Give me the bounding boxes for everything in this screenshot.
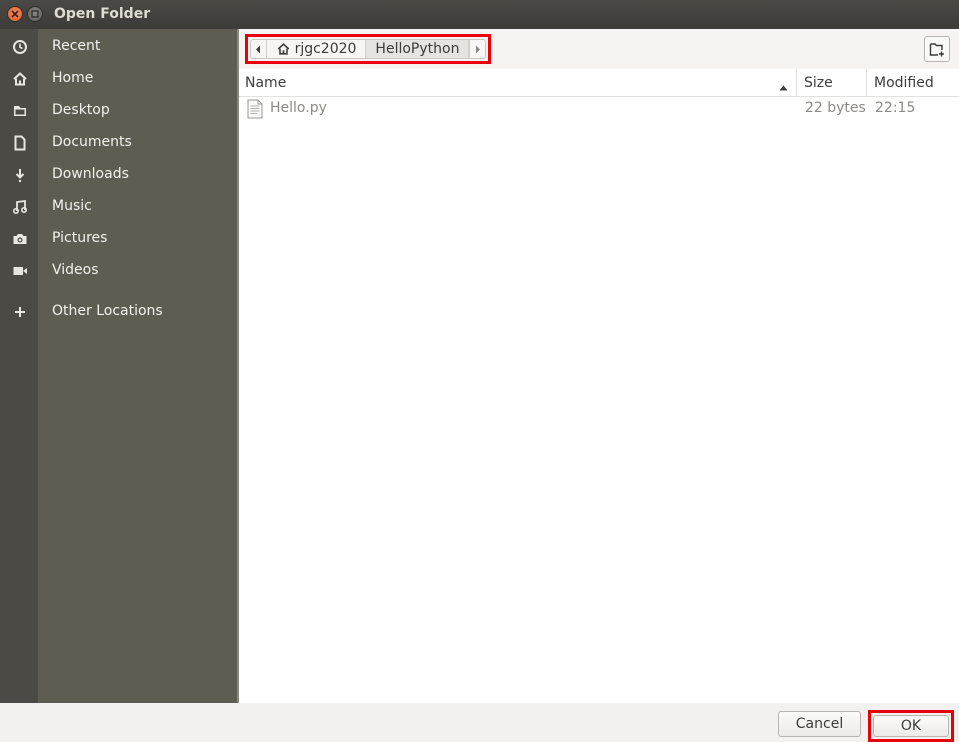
file-modified: 22:15 bbox=[875, 100, 916, 116]
window-title: Open Folder bbox=[54, 6, 151, 22]
close-window-button[interactable] bbox=[8, 7, 22, 21]
places-sidebar: Recent Home Desktop Documents Downloads … bbox=[38, 29, 239, 703]
text-file-icon bbox=[247, 99, 263, 123]
title-bar: Open Folder bbox=[0, 0, 959, 29]
sort-ascending-icon bbox=[779, 79, 788, 95]
new-folder-icon bbox=[929, 42, 944, 56]
sidebar-item-documents[interactable]: Documents bbox=[52, 134, 132, 150]
column-name[interactable]: Name bbox=[239, 69, 797, 96]
document-icon bbox=[10, 133, 30, 153]
download-icon bbox=[10, 165, 30, 185]
clock-icon bbox=[10, 37, 30, 57]
sidebar-item-pictures[interactable]: Pictures bbox=[52, 230, 107, 246]
plus-icon bbox=[10, 302, 30, 322]
arrow-left-icon bbox=[256, 45, 261, 53]
table-row[interactable]: Hello.py 22 bytes 22:15 bbox=[239, 97, 959, 121]
new-folder-button[interactable] bbox=[924, 36, 950, 62]
file-size: 22 bytes bbox=[805, 100, 866, 116]
column-size[interactable]: Size bbox=[797, 69, 867, 96]
sidebar-item-recent[interactable]: Recent bbox=[52, 38, 100, 54]
column-modified-label: Modified bbox=[874, 74, 934, 91]
ok-button[interactable]: OK bbox=[873, 715, 949, 737]
folder-icon bbox=[10, 101, 30, 121]
cancel-button[interactable]: Cancel bbox=[778, 711, 861, 737]
ok-highlight-frame: OK bbox=[868, 710, 954, 742]
column-header: Name Size Modified bbox=[239, 69, 959, 97]
close-icon bbox=[11, 10, 19, 18]
sidebar-item-downloads[interactable]: Downloads bbox=[52, 166, 129, 182]
video-icon bbox=[10, 261, 30, 281]
path-bar: rjgc2020 HelloPython bbox=[239, 29, 959, 70]
path-highlight-frame: rjgc2020 HelloPython bbox=[245, 34, 491, 64]
sidebar-item-desktop[interactable]: Desktop bbox=[52, 102, 110, 118]
home-icon bbox=[277, 43, 289, 55]
path-segment-current[interactable]: HelloPython bbox=[366, 40, 470, 58]
dialog-button-bar: Cancel OK bbox=[0, 703, 959, 742]
maximize-icon bbox=[31, 10, 39, 18]
maximize-window-button[interactable] bbox=[28, 7, 42, 21]
file-browser: rjgc2020 HelloPython Name Size Modified … bbox=[239, 29, 959, 703]
camera-icon bbox=[10, 229, 30, 249]
path-segment-home[interactable]: rjgc2020 bbox=[267, 40, 367, 58]
sidebar-icon-strip bbox=[0, 29, 38, 703]
column-size-label: Size bbox=[804, 74, 833, 91]
sidebar-item-music[interactable]: Music bbox=[52, 198, 92, 214]
column-name-label: Name bbox=[245, 74, 287, 91]
sidebar-item-home[interactable]: Home bbox=[52, 70, 93, 86]
path-segment-label: rjgc2020 bbox=[294, 41, 357, 57]
sidebar-item-other-locations[interactable]: Other Locations bbox=[52, 303, 163, 319]
breadcrumb: rjgc2020 HelloPython bbox=[250, 39, 486, 59]
path-scroll-left-button[interactable] bbox=[251, 40, 267, 58]
home-icon bbox=[10, 69, 30, 89]
arrow-right-icon bbox=[475, 45, 480, 53]
path-scroll-right-button[interactable] bbox=[469, 40, 485, 58]
music-icon bbox=[10, 197, 30, 217]
path-segment-label: HelloPython bbox=[375, 41, 460, 57]
file-name: Hello.py bbox=[270, 100, 327, 116]
column-modified[interactable]: Modified bbox=[867, 69, 959, 96]
sidebar-item-videos[interactable]: Videos bbox=[52, 262, 99, 278]
